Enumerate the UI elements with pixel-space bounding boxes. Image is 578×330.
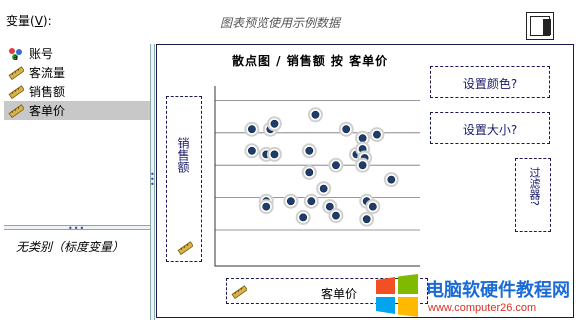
horizontal-splitter[interactable]: ••• bbox=[4, 224, 150, 233]
site-watermark: 电脑软硬件教程网 www.computer26.com bbox=[374, 272, 578, 324]
variable-label: 销售额 bbox=[29, 85, 66, 99]
variables-hotkey: V bbox=[34, 14, 43, 28]
preview-note: 图表预览使用示例数据 bbox=[220, 16, 341, 30]
y-axis-label: 销售额 bbox=[176, 137, 190, 173]
scale-ruler-icon bbox=[177, 241, 194, 256]
scale-ruler-icon bbox=[8, 103, 25, 118]
variable-list[interactable]: a 账号 客流量 销售额 客单价 bbox=[4, 44, 150, 224]
data-point bbox=[362, 215, 371, 224]
variables-label-suffix: ): bbox=[42, 14, 52, 28]
data-point bbox=[305, 146, 314, 155]
variables-label-text: 变量 bbox=[6, 14, 31, 28]
vertical-splitter[interactable]: • • • bbox=[150, 44, 155, 320]
data-point bbox=[373, 130, 381, 139]
set-color-label: 设置颜色? bbox=[462, 77, 518, 91]
variable-item-account[interactable]: a 账号 bbox=[4, 44, 150, 63]
windows-logo-icon bbox=[376, 274, 418, 317]
data-point bbox=[248, 146, 256, 155]
variable-label: 客单价 bbox=[29, 104, 66, 118]
data-point bbox=[307, 197, 316, 206]
set-color-drop-zone[interactable]: 设置颜色? bbox=[430, 66, 550, 98]
variable-item-traffic[interactable]: 客流量 bbox=[4, 63, 150, 82]
data-point bbox=[342, 125, 351, 134]
scale-ruler-icon bbox=[231, 285, 248, 300]
set-size-drop-zone[interactable]: 设置大小? bbox=[430, 112, 550, 144]
data-point bbox=[305, 168, 314, 177]
data-point bbox=[262, 202, 271, 211]
y-axis-drop-zone[interactable]: 销售额 bbox=[166, 96, 202, 262]
panel-toggle-icon bbox=[530, 16, 551, 36]
data-point bbox=[387, 175, 396, 184]
watermark-logo-text: 电脑软硬件教程网 bbox=[426, 280, 570, 301]
variable-label: 客流量 bbox=[29, 66, 66, 80]
x-axis-label: 客单价 bbox=[321, 287, 358, 301]
variables-label: 变量(V): bbox=[6, 14, 52, 28]
filter-drop-zone[interactable]: 过滤器? bbox=[515, 158, 551, 232]
data-point bbox=[358, 161, 367, 170]
scatter-plot bbox=[214, 86, 420, 267]
data-point bbox=[332, 161, 340, 170]
categories-note: 无类别（标度变量） bbox=[16, 240, 125, 254]
scale-ruler-icon bbox=[8, 65, 25, 80]
data-point bbox=[286, 197, 295, 206]
variable-item-sales[interactable]: 销售额 bbox=[4, 82, 150, 101]
data-point bbox=[332, 211, 340, 220]
variable-label: 账号 bbox=[29, 47, 54, 61]
data-point bbox=[319, 184, 328, 193]
data-point bbox=[270, 150, 279, 159]
gallery-toggle-button[interactable] bbox=[526, 12, 554, 40]
nominal-variable-icon: a bbox=[8, 47, 24, 62]
data-point bbox=[311, 110, 320, 119]
set-size-label: 设置大小? bbox=[462, 123, 518, 137]
chart-title: 散点图 / 销售额 按 客单价 bbox=[232, 54, 389, 68]
data-point bbox=[358, 134, 367, 143]
data-point bbox=[368, 202, 377, 211]
data-point bbox=[270, 119, 279, 128]
data-point bbox=[299, 213, 308, 222]
watermark-logo-url: www.computer26.com bbox=[428, 302, 537, 314]
data-point bbox=[248, 125, 256, 134]
filter-label: 过滤器? bbox=[528, 167, 541, 206]
svg-text:a: a bbox=[13, 53, 18, 61]
variable-item-unit-price[interactable]: 客单价 bbox=[4, 101, 150, 120]
scale-ruler-icon bbox=[8, 84, 25, 99]
